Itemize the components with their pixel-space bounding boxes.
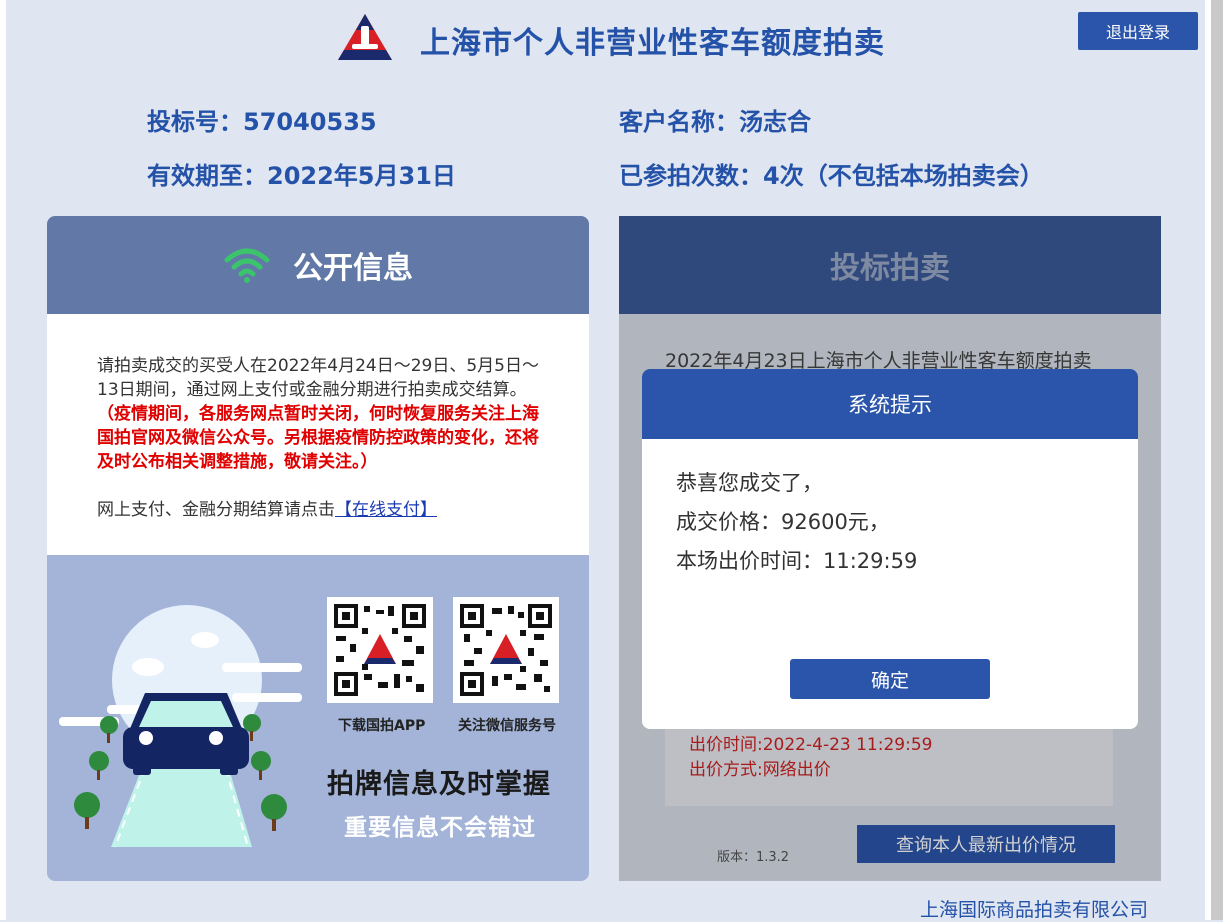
left-edge — [0, 0, 6, 920]
wifi-icon — [224, 248, 270, 283]
qr-wechat-label: 关注微信服务号 — [458, 718, 556, 734]
notice-text: 请拍卖成交的买受人在2022年4月24日～29日、5月5日～13日期间，通过网上… — [97, 356, 539, 400]
payment-prefix: 网上支付、金融分期结算请点击 — [97, 500, 335, 520]
car-illustration — [59, 605, 302, 848]
company-footer: 上海国际商品拍卖有限公司 — [920, 899, 1149, 921]
dialog-title: 系统提示 — [642, 369, 1138, 439]
guopai-logo-icon — [338, 14, 392, 60]
slogan-main: 拍牌信息及时掌握 — [327, 769, 551, 800]
confirm-button[interactable]: 确定 — [790, 659, 990, 699]
payment-line: 网上支付、金融分期结算请点击【在线支付】 — [97, 498, 539, 522]
online-payment-link[interactable]: 【在线支付】 — [335, 500, 437, 520]
wechat-qr-code — [453, 597, 559, 703]
epidemic-notice: （疫情期间，各服务网点暂时关闭，何时恢复服务关注上海国拍官网及微信公众号。另根据… — [97, 404, 539, 472]
qr-code-icon — [334, 604, 426, 696]
qr-code-icon — [460, 604, 552, 696]
slogan-sub: 重要信息不会错过 — [344, 815, 536, 841]
logout-button[interactable]: 退出登录 — [1078, 12, 1198, 50]
settlement-notice: 请拍卖成交的买受人在2022年4月24日～29日、5月5日～13日期间，通过网上… — [47, 314, 589, 522]
dialog-price: 成交价格：92600元， — [676, 510, 890, 534]
public-info-panel: 公开信息 请拍卖成交的买受人在2022年4月24日～29日、5月5日～13日期间… — [47, 216, 589, 881]
dialog-bid-time: 本场出价时间：11:29:59 — [676, 549, 918, 573]
header: 上海市个人非营业性客车额度拍卖 退出登录 — [0, 8, 1205, 68]
customer-name: 客户名称：汤志合 — [619, 108, 811, 136]
valid-until: 有效期至：2022年5月31日 — [147, 162, 456, 190]
public-info-header: 公开信息 — [47, 216, 589, 314]
qr-app-label: 下载国拍APP — [338, 718, 426, 734]
page-scrollbar[interactable] — [1205, 0, 1223, 920]
dialog-congrats: 恭喜您成交了， — [676, 471, 823, 495]
page-title: 上海市个人非营业性客车额度拍卖 — [420, 26, 885, 61]
app-qr-code — [327, 597, 433, 703]
participation-count: 已参拍次数：4次（不包括本场拍卖会） — [619, 162, 1044, 190]
scrollbar-thumb[interactable] — [1211, 0, 1223, 920]
bid-number: 投标号：57040535 — [147, 108, 377, 136]
public-info-title: 公开信息 — [293, 251, 413, 286]
promo-banner: 下载国拍APP 关注微信服务号 拍牌信息及时掌握 重要信息不会错过 — [47, 555, 589, 881]
system-alert-dialog: 系统提示 恭喜您成交了， 成交价格：92600元， 本场出价时间：11:29:5… — [642, 369, 1138, 729]
